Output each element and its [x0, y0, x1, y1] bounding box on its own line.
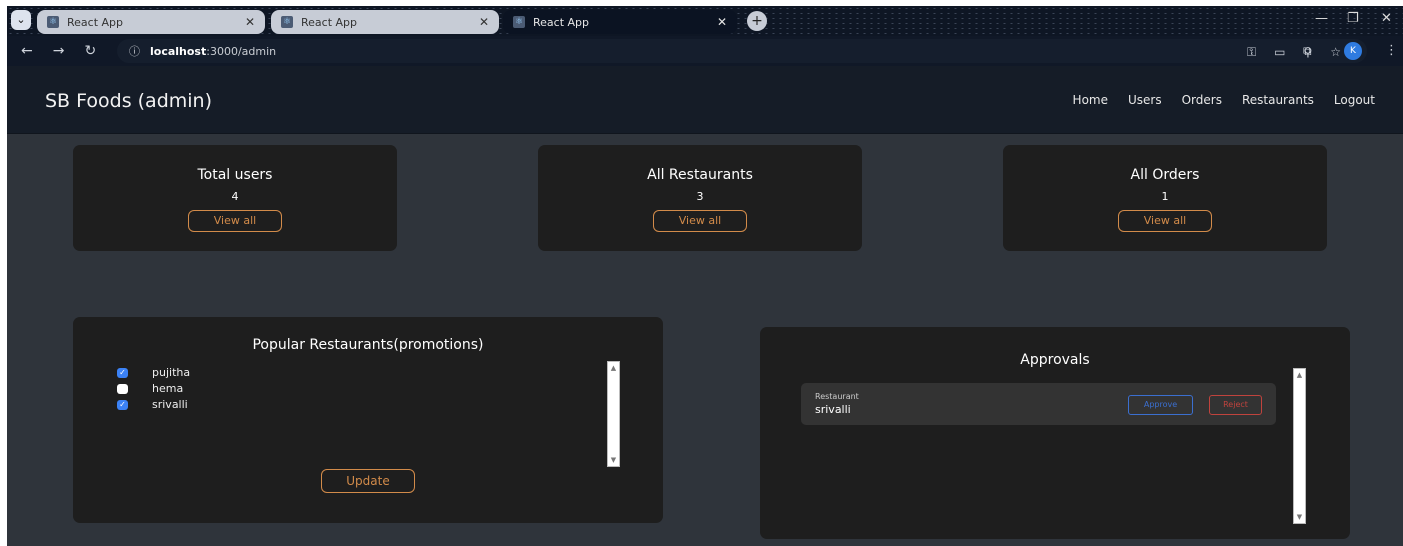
approval-item: Restaurant srivalli Approve Reject	[801, 383, 1276, 425]
react-icon: ⚛	[47, 16, 59, 28]
approvals-panel: Approvals Restaurant srivalli Approve Re…	[760, 327, 1350, 539]
forward-icon[interactable]: →	[53, 43, 65, 59]
nav-home[interactable]: Home	[1073, 93, 1108, 107]
card-title: All Restaurants	[647, 167, 753, 183]
close-icon[interactable]: ✕	[245, 15, 255, 29]
approve-button[interactable]: Approve	[1128, 395, 1193, 415]
nav-users[interactable]: Users	[1128, 93, 1162, 107]
browser-window: ⌄ ⚛ React App ✕ ⚛ React App ✕ ⚛ React Ap…	[7, 6, 1403, 546]
all-restaurants-card: All Restaurants 3 View all	[538, 145, 862, 251]
new-tab-button[interactable]: +	[747, 11, 767, 31]
tab-1-label: React App	[67, 15, 124, 29]
react-icon: ⚛	[513, 16, 525, 28]
update-button[interactable]: Update	[321, 469, 415, 493]
scroll-down-icon[interactable]: ▼	[1294, 513, 1305, 521]
view-all-orders-button[interactable]: View all	[1118, 210, 1212, 232]
tab-strip: ⌄ ⚛ React App ✕ ⚛ React App ✕ ⚛ React Ap…	[7, 6, 1403, 36]
nav-restaurants[interactable]: Restaurants	[1242, 93, 1314, 107]
card-count: 1	[1161, 190, 1169, 203]
approvals-scrollbar[interactable]: ▲ ▼	[1293, 368, 1306, 524]
promotion-item[interactable]: ✓ srivalli	[117, 398, 188, 411]
scroll-down-icon[interactable]: ▼	[608, 456, 619, 464]
scroll-up-icon[interactable]: ▲	[1294, 371, 1305, 379]
restore-icon[interactable]: ❐	[1347, 11, 1359, 26]
checkbox-checked[interactable]: ✓	[117, 399, 128, 410]
minimize-icon[interactable]: —	[1315, 11, 1328, 26]
card-count: 4	[231, 190, 239, 203]
list-scrollbar[interactable]: ▲ ▼	[607, 361, 620, 467]
url-host: localhost	[150, 44, 207, 58]
promotion-item[interactable]: ✓ pujitha	[117, 366, 190, 379]
nav-logout[interactable]: Logout	[1334, 93, 1375, 107]
card-title: All Orders	[1130, 167, 1200, 183]
profile-avatar[interactable]: K	[1344, 42, 1362, 60]
app-header: SB Foods (admin) Home Users Orders Resta…	[7, 66, 1403, 134]
reject-button[interactable]: Reject	[1209, 395, 1262, 415]
react-icon: ⚛	[281, 16, 293, 28]
card-title: Total users	[197, 167, 273, 183]
close-icon[interactable]: ✕	[717, 15, 727, 29]
url-field[interactable]: ⓘ localhost :3000/admin ⚿ ▭ ⚲ ☆	[117, 39, 1367, 63]
close-icon[interactable]: ✕	[479, 15, 489, 29]
total-users-card: Total users 4 View all	[73, 145, 397, 251]
tab-2[interactable]: ⚛ React App ✕	[271, 10, 499, 34]
scroll-up-icon[interactable]: ▲	[608, 364, 619, 372]
nav-orders[interactable]: Orders	[1182, 93, 1222, 107]
view-all-users-button[interactable]: View all	[188, 210, 282, 232]
promotion-item[interactable]: hema	[117, 382, 183, 395]
back-icon[interactable]: ←	[21, 43, 33, 59]
tab-search-icon[interactable]: ⌄	[11, 10, 31, 30]
panel-title: Popular Restaurants(promotions)	[252, 337, 484, 353]
bookmark-star-icon[interactable]: ☆	[1330, 45, 1341, 60]
menu-dots-icon[interactable]: ⋮	[1385, 43, 1398, 58]
brand-title: SB Foods (admin)	[45, 90, 212, 112]
view-all-restaurants-button[interactable]: View all	[653, 210, 747, 232]
cast-icon[interactable]: ▭	[1274, 45, 1285, 60]
panel-title: Approvals	[1020, 352, 1090, 368]
tab-1[interactable]: ⚛ React App ✕	[37, 10, 265, 34]
close-window-icon[interactable]: ✕	[1381, 11, 1392, 26]
popular-restaurants-panel: Popular Restaurants(promotions) ✓ pujith…	[73, 317, 663, 523]
site-info-icon[interactable]: ⓘ	[129, 43, 140, 59]
reload-icon[interactable]: ↻	[84, 43, 96, 59]
all-orders-card: All Orders 1 View all	[1003, 145, 1327, 251]
extensions-icon[interactable]: ⧉	[1303, 44, 1312, 59]
restaurant-name: pujitha	[152, 366, 191, 379]
restaurant-name: hema	[152, 382, 184, 395]
card-count: 3	[696, 190, 704, 203]
restaurant-name: srivalli	[152, 398, 188, 411]
address-bar: ← → ↻ ⓘ localhost :3000/admin ⚿ ▭ ⚲ ☆ ⧉ …	[7, 36, 1403, 66]
password-key-icon[interactable]: ⚿	[1247, 45, 1256, 60]
restaurant-name: srivalli	[815, 403, 851, 416]
item-type-label: Restaurant	[815, 392, 859, 401]
url-path: :3000/admin	[206, 44, 277, 58]
tab-2-label: React App	[301, 15, 358, 29]
tab-3[interactable]: ⚛ React App ✕	[503, 10, 737, 34]
main-nav: Home Users Orders Restaurants Logout	[1073, 93, 1375, 107]
checkbox-unchecked[interactable]	[117, 383, 128, 394]
tab-3-label: React App	[533, 15, 590, 29]
checkbox-checked[interactable]: ✓	[117, 367, 128, 378]
